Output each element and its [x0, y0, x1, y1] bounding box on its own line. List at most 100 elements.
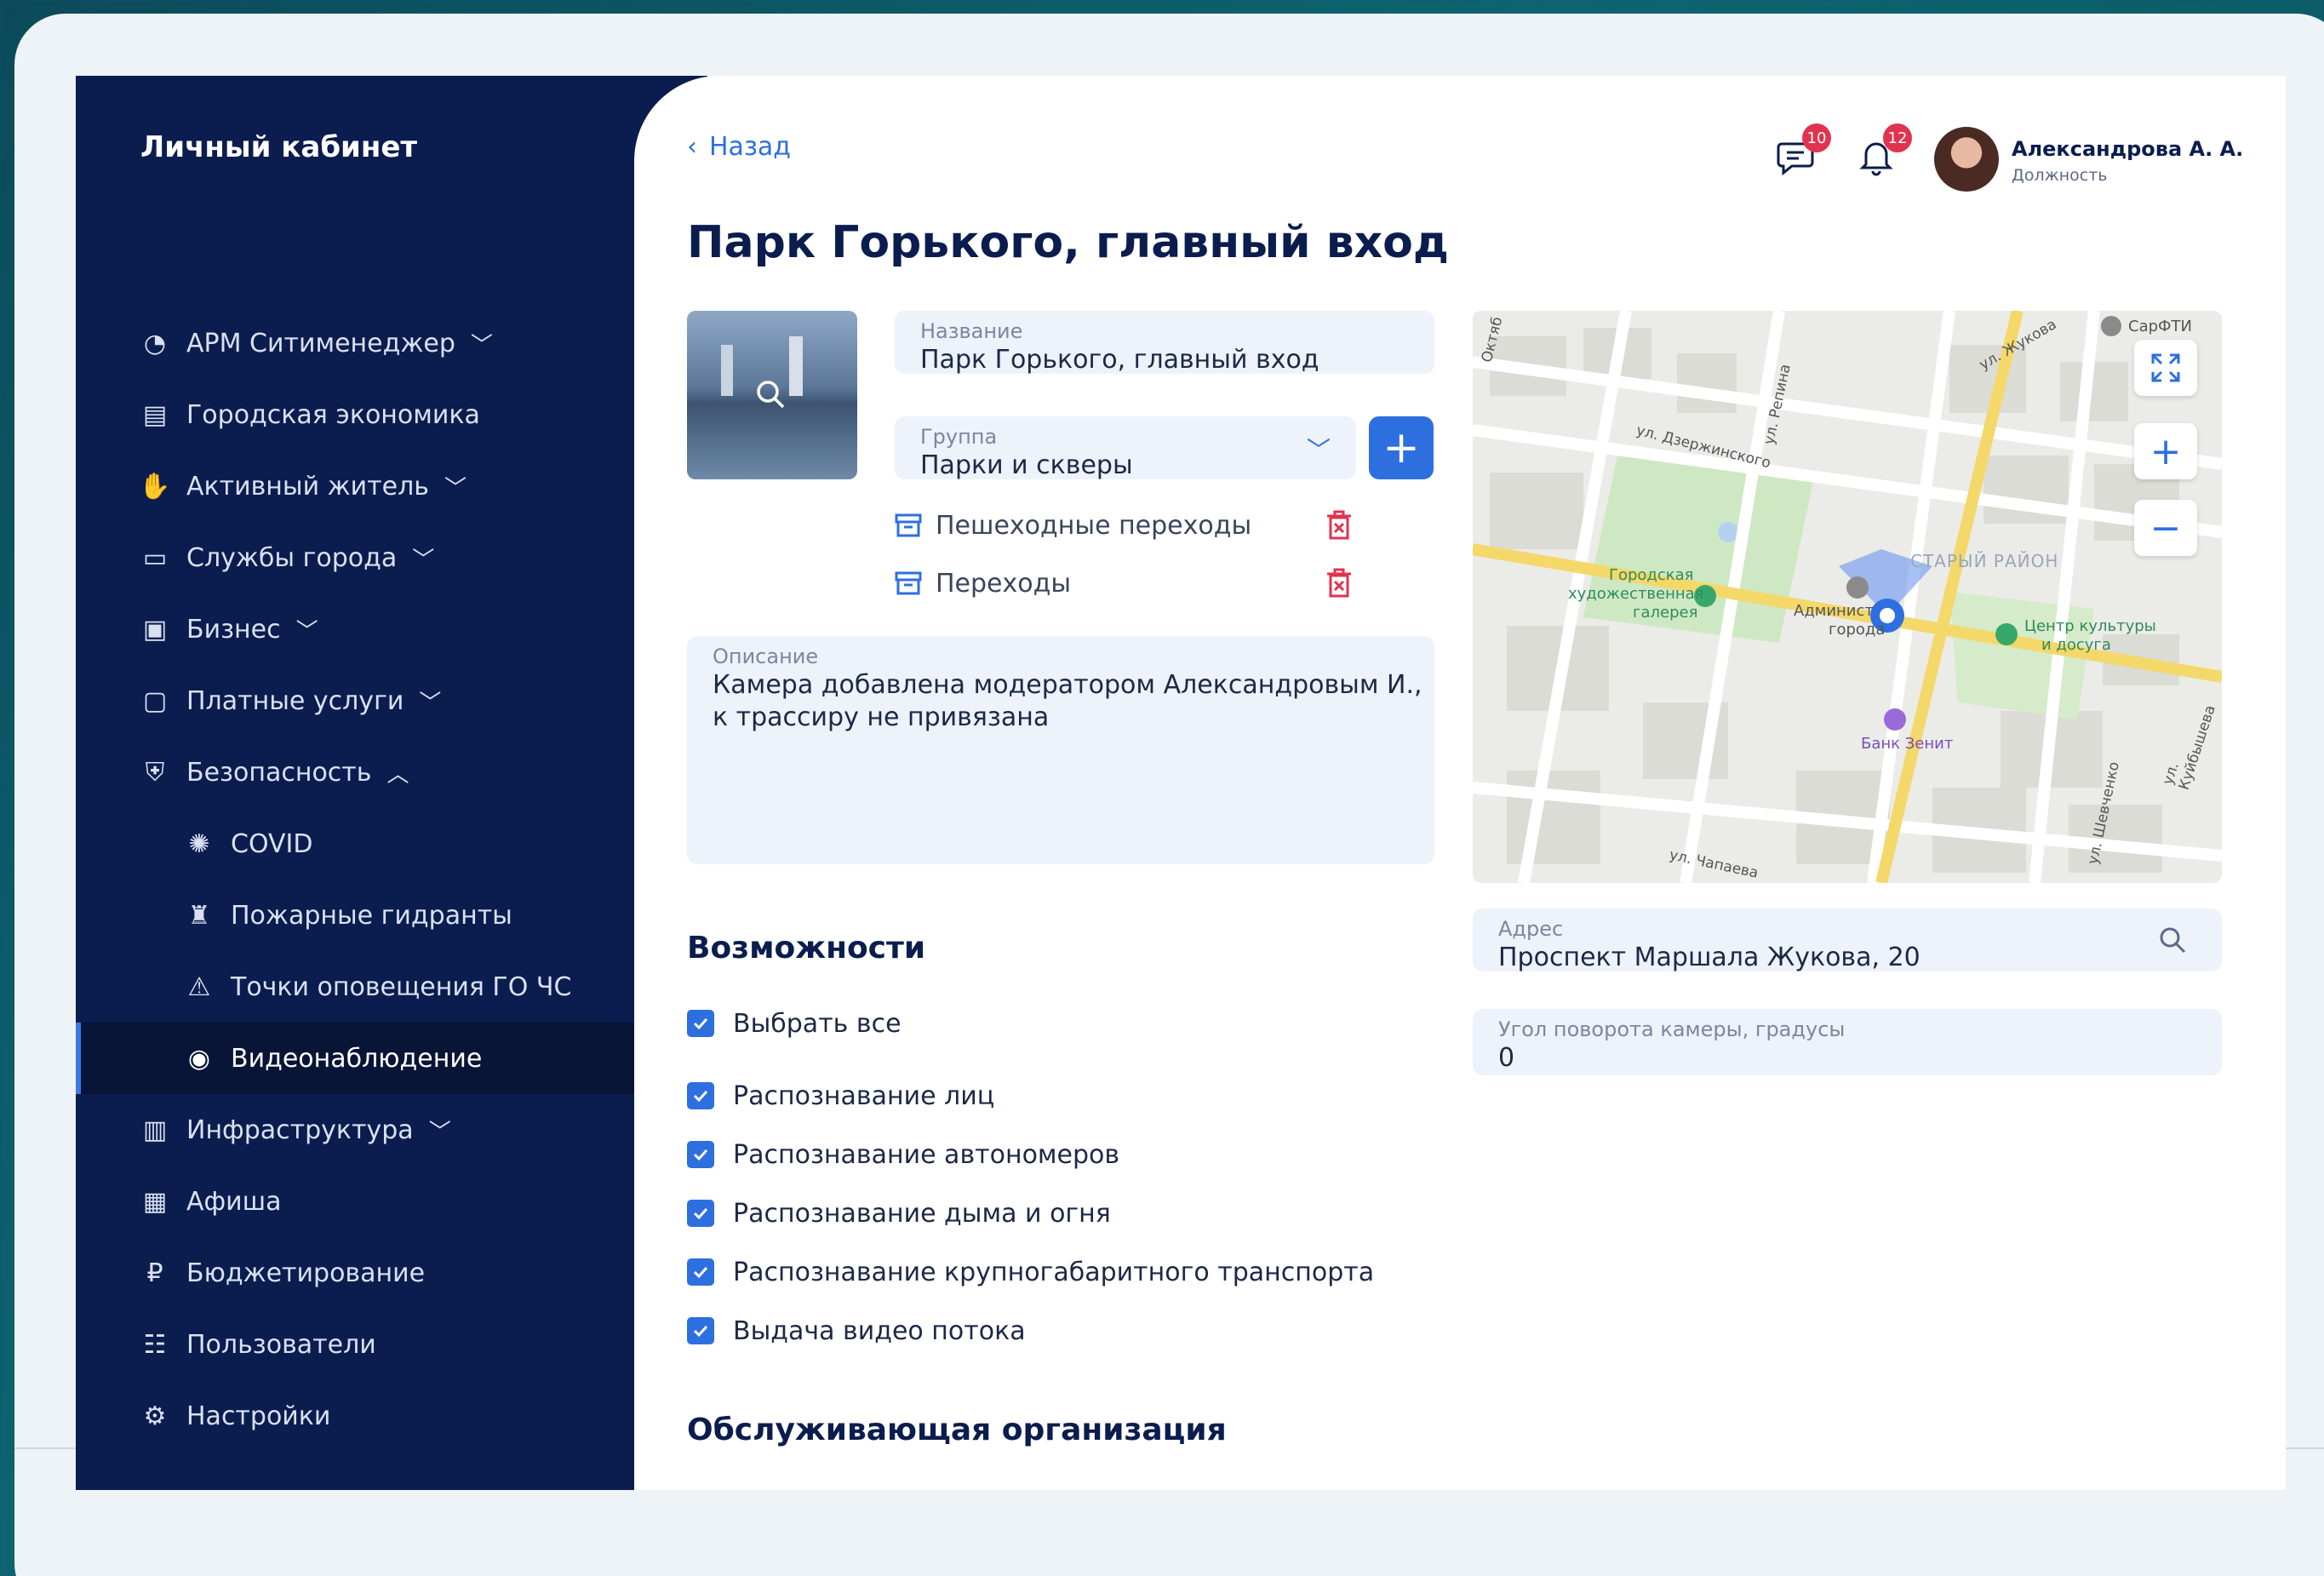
sidebar-item-1[interactable]: ▤ Городская экономика — [76, 379, 707, 450]
select-all-label: Выбрать все — [733, 1008, 902, 1039]
map-label-admin-2: города — [1829, 621, 1886, 639]
sidebar-item-7[interactable]: ✺ COVID — [76, 808, 707, 880]
camera-icon: ◉ — [187, 1043, 211, 1074]
sidebar-item-5[interactable]: ▢ Платные услуги ﹀ — [76, 665, 707, 736]
plus-icon: + — [1382, 422, 1420, 473]
angle-field[interactable]: Угол поворота камеры, градусы 0 — [1473, 1009, 2222, 1075]
sidebar-item-0[interactable]: ◔ АРМ Ситименеджер ﹀ — [76, 307, 707, 379]
users-icon: ☷ — [143, 1329, 167, 1360]
avatar[interactable] — [1934, 127, 1999, 192]
sidebar-item-label: Службы города — [186, 542, 398, 573]
user-name: Александрова А. А. — [2012, 137, 2244, 161]
sidebar-item-label: Пожарные гидранты — [231, 900, 512, 931]
sidebar-item-12[interactable]: ▦ Афиша — [76, 1166, 707, 1237]
map-label-gallery-3: галерея — [1633, 604, 1698, 622]
document-icon: ▤ — [142, 399, 168, 430]
notifications-button[interactable]: 12 — [1852, 123, 1912, 180]
map-label-gallery-2: художественная — [1568, 585, 1704, 603]
sidebar-item-9[interactable]: ⚠ Точки оповещения ГО ЧС — [76, 951, 707, 1023]
angle-label: Угол поворота камеры, градусы — [1498, 1017, 1846, 1041]
description-label: Описание — [713, 645, 819, 668]
chevron-down-icon: ﹀ — [295, 618, 318, 645]
ruble-icon: ₽ — [146, 1258, 163, 1288]
add-group-button[interactable]: + — [1369, 416, 1434, 479]
sidebar-item-label: Безопасность — [186, 757, 372, 788]
group-select-label: Группа — [920, 425, 998, 449]
capability-label: Выдача видео потока — [733, 1315, 1026, 1346]
sidebar-item-6[interactable]: ⛨ Безопасность ︿ — [76, 736, 707, 808]
sidebar-item-label: Бюджетирование — [186, 1258, 426, 1288]
hydrant-icon: ♜ — [187, 900, 211, 931]
group-item: Переходы — [895, 564, 1071, 602]
capability-checkbox[interactable]: Распознавание дыма и огня — [687, 1196, 1111, 1230]
app-screen: Личный кабинет ◔ АРМ Ситименеджер ﹀ ▤ Городс… — [76, 76, 2286, 1490]
map-label-admin-1: Админист — [1794, 602, 1874, 620]
sidebar-item-label: Городская экономика — [186, 399, 480, 430]
gear-icon: ⚙ — [143, 1401, 167, 1431]
fullscreen-button[interactable] — [2134, 340, 2197, 396]
user-role: Должность — [2012, 166, 2108, 185]
shield-icon: ⛨ — [145, 757, 165, 788]
search-icon[interactable] — [2157, 925, 2188, 955]
capability-checkbox[interactable]: Выдача видео потока — [687, 1314, 1026, 1348]
zoom-in-button[interactable]: + — [2134, 423, 2197, 479]
chart-pie-icon: ◔ — [143, 328, 167, 358]
name-field-label: Название — [920, 319, 1023, 343]
photo-chimney — [721, 345, 733, 396]
checkbox-checked-icon — [687, 1200, 714, 1227]
sidebar-item-2[interactable]: ✋Активный житель﹀32 — [76, 450, 707, 522]
address-field[interactable]: Адрес Проспект Маршала Жукова, 20 — [1473, 908, 2222, 972]
camera-photo[interactable] — [687, 311, 857, 479]
sidebar-item-14[interactable]: ☷ Пользователи — [76, 1309, 707, 1380]
sidebar-item-3[interactable]: ▭Службы города﹀8 — [76, 522, 707, 593]
plus-icon: + — [2149, 429, 2182, 473]
photo-chimney-2 — [789, 336, 803, 396]
checkbox-checked-icon — [687, 1010, 714, 1037]
group-select-value: Парки и скверы — [920, 450, 1133, 480]
virus-icon: ✺ — [188, 828, 210, 859]
buildings-icon: ▥ — [142, 1115, 168, 1145]
capability-label: Распознавание автономеров — [733, 1139, 1120, 1170]
chevron-down-icon: ﹀ — [444, 475, 467, 501]
sidebar-item-13[interactable]: ₽ Бюджетирование — [76, 1237, 707, 1309]
group-item-label: Переходы — [936, 568, 1072, 599]
map[interactable]: СТАРЫЙ РАЙОН Городская художественная га… — [1473, 311, 2222, 883]
checkbox-checked-icon — [687, 1258, 714, 1286]
name-field-value: Парк Горького, главный вход — [920, 345, 1319, 375]
map-label-gallery-1: Городская — [1609, 566, 1694, 584]
sidebar-item-8[interactable]: ♜ Пожарные гидранты — [76, 880, 707, 951]
chevron-up-icon: ︿ — [386, 761, 409, 788]
description-line-2: к трассиру не привязана — [713, 702, 1050, 732]
sidebar-item-label: Пользователи — [186, 1329, 376, 1360]
sidebar-item-label: АРМ Ситименеджер — [186, 328, 455, 358]
group-item-label: Пешеходные переходы — [936, 510, 1252, 541]
archive-icon — [895, 571, 922, 595]
sidebar-item-11[interactable]: ▥ Инфраструктура ﹀ — [76, 1094, 707, 1166]
sidebar-item-15[interactable]: ⚙ Настройки — [76, 1380, 707, 1452]
group-item: Пешеходные переходы — [895, 507, 1251, 544]
sidebar-item-10[interactable]: ◉ Видеонаблюдение — [76, 1023, 707, 1094]
sidebar-item-4[interactable]: ▣ Бизнес ﹀ — [76, 593, 707, 665]
trash-icon — [1327, 568, 1351, 598]
chevron-down-icon: ﹀ — [470, 332, 493, 358]
capability-checkbox[interactable]: Распознавание автономеров — [687, 1138, 1119, 1172]
delete-group-item-button[interactable] — [1325, 568, 1353, 599]
capability-checkbox[interactable]: Распознавание лиц — [687, 1079, 994, 1113]
sidebar-item-label: Бизнес — [186, 614, 281, 645]
description-field[interactable]: Описание Камера добавлена модератором Ал… — [687, 636, 1434, 864]
group-select[interactable]: Группа Парки и скверы ﹀ — [895, 416, 1356, 480]
delete-group-item-button[interactable] — [1325, 510, 1353, 541]
messages-button[interactable]: 10 — [1772, 123, 1831, 180]
zoom-out-button[interactable]: − — [2134, 500, 2197, 556]
select-all-checkbox[interactable]: Выбрать все — [687, 1006, 902, 1040]
sidebar-item-label: Платные услуги — [186, 685, 404, 716]
capability-checkbox[interactable]: Распознавание крупногабаритного транспор… — [687, 1255, 1374, 1289]
archive-icon — [895, 513, 922, 537]
checkbox-checked-icon — [687, 1141, 714, 1168]
sidebar-item-label: COVID — [231, 828, 313, 859]
messages-badge: 10 — [1802, 123, 1831, 152]
expand-icon — [2151, 353, 2180, 382]
briefcase-icon: ▣ — [142, 614, 168, 645]
name-field[interactable]: Название Парк Горького, главный вход — [895, 311, 1434, 375]
back-link[interactable]: ‹ Назад — [687, 132, 791, 162]
